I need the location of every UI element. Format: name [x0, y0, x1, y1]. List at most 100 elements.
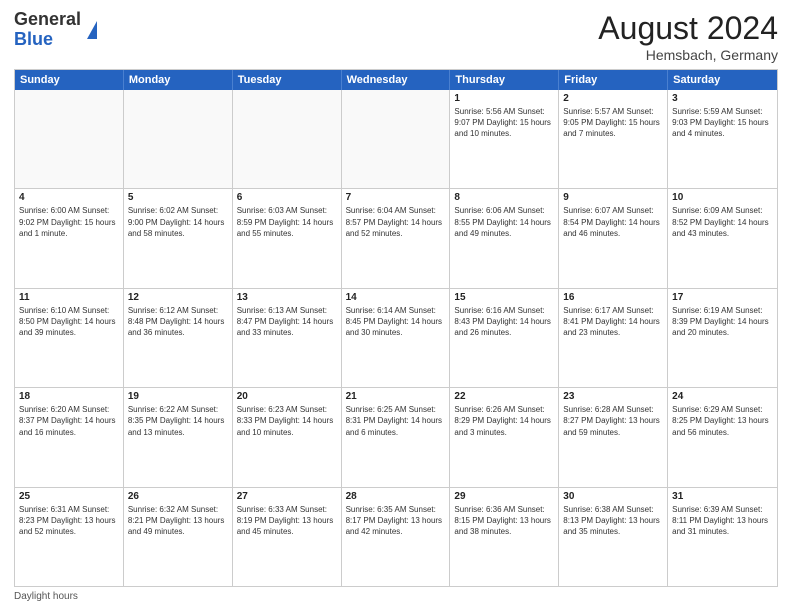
day-number: 26: [128, 491, 228, 502]
day-number: 9: [563, 192, 663, 203]
day-number: 28: [346, 491, 446, 502]
calendar-header: SundayMondayTuesdayWednesdayThursdayFrid…: [15, 70, 777, 90]
day-number: 14: [346, 292, 446, 303]
calendar-cell: 18Sunrise: 6:20 AM Sunset: 8:37 PM Dayli…: [15, 388, 124, 486]
calendar-cell: 17 Sunrise: 6:19 AM Sunset: 8:39 PM Dayli…: [668, 289, 777, 387]
day-number: 6: [237, 192, 337, 203]
day-info: Sunrise: 6:26 AM Sunset: 8:29 PM Dayligh…: [454, 404, 554, 438]
header: General Blue August 2024 Hemsbach, Germa…: [14, 10, 778, 63]
day-info: Sunrise: 6:33 AM Sunset: 8:19 PM Dayligh…: [237, 504, 337, 538]
header-cell-monday: Monday: [124, 70, 233, 90]
calendar-cell: [15, 90, 124, 188]
day-info: Sunrise: 6:31 AM Sunset: 8:23 PM Dayligh…: [19, 504, 119, 538]
header-cell-wednesday: Wednesday: [342, 70, 451, 90]
calendar-cell: 25 Sunrise: 6:31 AM Sunset: 8:23 PM Dayli…: [15, 488, 124, 586]
day-info: Sunrise: 6:03 AM Sunset: 8:59 PM Dayligh…: [237, 205, 337, 239]
day-info: Sunrise: 6:23 AM Sunset: 8:33 PM Dayligh…: [237, 404, 337, 438]
day-info: Sunrise: 6:35 AM Sunset: 8:17 PM Dayligh…: [346, 504, 446, 538]
calendar-cell: 15Sunrise: 6:16 AM Sunset: 8:43 PM Dayli…: [450, 289, 559, 387]
day-number: 17: [672, 292, 773, 303]
calendar-row-1: 1 Sunrise: 5:56 AM Sunset: 9:07 PM Daylig…: [15, 90, 777, 189]
day-info: Sunrise: 6:28 AM Sunset: 8:27 PM Dayligh…: [563, 404, 663, 438]
day-number: 3: [672, 93, 773, 104]
day-number: 24: [672, 391, 773, 402]
day-info: Sunrise: 6:17 AM Sunset: 8:41 PM Dayligh…: [563, 305, 663, 339]
logo-triangle-icon: [87, 21, 97, 39]
day-number: 16: [563, 292, 663, 303]
day-number: 1: [454, 93, 554, 104]
calendar-cell: 5Sunrise: 6:02 AM Sunset: 9:00 PM Daylig…: [124, 189, 233, 287]
calendar-cell: 7Sunrise: 6:04 AM Sunset: 8:57 PM Daylig…: [342, 189, 451, 287]
logo: General Blue: [14, 10, 97, 50]
day-info: Sunrise: 6:19 AM Sunset: 8:39 PM Dayligh…: [672, 305, 773, 339]
day-info: Sunrise: 6:04 AM Sunset: 8:57 PM Dayligh…: [346, 205, 446, 239]
calendar-cell: 16 Sunrise: 6:17 AM Sunset: 8:41 PM Dayli…: [559, 289, 668, 387]
day-number: 29: [454, 491, 554, 502]
calendar-cell: 3 Sunrise: 5:59 AM Sunset: 9:03 PM Daylig…: [668, 90, 777, 188]
calendar-cell: 6 Sunrise: 6:03 AM Sunset: 8:59 PM Daylig…: [233, 189, 342, 287]
calendar-cell: 11Sunrise: 6:10 AM Sunset: 8:50 PM Dayli…: [15, 289, 124, 387]
calendar-row-4: 18Sunrise: 6:20 AM Sunset: 8:37 PM Dayli…: [15, 388, 777, 487]
title-block: August 2024 Hemsbach, Germany: [598, 10, 778, 63]
day-info: Sunrise: 6:38 AM Sunset: 8:13 PM Dayligh…: [563, 504, 663, 538]
day-info: Sunrise: 6:14 AM Sunset: 8:45 PM Dayligh…: [346, 305, 446, 339]
calendar-row-3: 11Sunrise: 6:10 AM Sunset: 8:50 PM Dayli…: [15, 289, 777, 388]
calendar-cell: [233, 90, 342, 188]
day-info: Sunrise: 6:22 AM Sunset: 8:35 PM Dayligh…: [128, 404, 228, 438]
day-number: 22: [454, 391, 554, 402]
day-number: 8: [454, 192, 554, 203]
day-number: 27: [237, 491, 337, 502]
day-number: 23: [563, 391, 663, 402]
calendar-cell: [124, 90, 233, 188]
calendar-cell: 19Sunrise: 6:22 AM Sunset: 8:35 PM Dayli…: [124, 388, 233, 486]
logo-general: General: [14, 9, 81, 29]
day-number: 15: [454, 292, 554, 303]
day-number: 10: [672, 192, 773, 203]
calendar-cell: 20 Sunrise: 6:23 AM Sunset: 8:33 PM Dayli…: [233, 388, 342, 486]
day-number: 5: [128, 192, 228, 203]
calendar-cell: 9 Sunrise: 6:07 AM Sunset: 8:54 PM Daylig…: [559, 189, 668, 287]
calendar-cell: 23 Sunrise: 6:28 AM Sunset: 8:27 PM Dayli…: [559, 388, 668, 486]
header-cell-thursday: Thursday: [450, 70, 559, 90]
day-info: Sunrise: 6:10 AM Sunset: 8:50 PM Dayligh…: [19, 305, 119, 339]
logo-blue: Blue: [14, 29, 53, 49]
day-number: 13: [237, 292, 337, 303]
day-info: Sunrise: 6:36 AM Sunset: 8:15 PM Dayligh…: [454, 504, 554, 538]
day-info: Sunrise: 6:12 AM Sunset: 8:48 PM Dayligh…: [128, 305, 228, 339]
calendar-row-2: 4Sunrise: 6:00 AM Sunset: 9:02 PM Daylig…: [15, 189, 777, 288]
calendar-cell: 13Sunrise: 6:13 AM Sunset: 8:47 PM Dayli…: [233, 289, 342, 387]
day-info: Sunrise: 6:06 AM Sunset: 8:55 PM Dayligh…: [454, 205, 554, 239]
calendar-cell: 12 Sunrise: 6:12 AM Sunset: 8:48 PM Dayli…: [124, 289, 233, 387]
page: General Blue August 2024 Hemsbach, Germa…: [0, 0, 792, 612]
header-cell-friday: Friday: [559, 70, 668, 90]
calendar-cell: 1 Sunrise: 5:56 AM Sunset: 9:07 PM Daylig…: [450, 90, 559, 188]
day-number: 20: [237, 391, 337, 402]
day-number: 25: [19, 491, 119, 502]
day-number: 2: [563, 93, 663, 104]
main-title: August 2024: [598, 10, 778, 47]
calendar-cell: 28 Sunrise: 6:35 AM Sunset: 8:17 PM Dayli…: [342, 488, 451, 586]
day-number: 30: [563, 491, 663, 502]
logo-text-block: General Blue: [14, 10, 81, 50]
day-number: 12: [128, 292, 228, 303]
calendar-cell: 2Sunrise: 5:57 AM Sunset: 9:05 PM Daylig…: [559, 90, 668, 188]
day-info: Sunrise: 5:56 AM Sunset: 9:07 PM Dayligh…: [454, 106, 554, 140]
day-number: 21: [346, 391, 446, 402]
calendar-cell: 22 Sunrise: 6:26 AM Sunset: 8:29 PM Dayli…: [450, 388, 559, 486]
day-info: Sunrise: 5:59 AM Sunset: 9:03 PM Dayligh…: [672, 106, 773, 140]
calendar-row-5: 25 Sunrise: 6:31 AM Sunset: 8:23 PM Dayli…: [15, 488, 777, 586]
calendar-cell: 4Sunrise: 6:00 AM Sunset: 9:02 PM Daylig…: [15, 189, 124, 287]
day-number: 31: [672, 491, 773, 502]
day-info: Sunrise: 6:25 AM Sunset: 8:31 PM Dayligh…: [346, 404, 446, 438]
calendar-cell: 21 Sunrise: 6:25 AM Sunset: 8:31 PM Dayli…: [342, 388, 451, 486]
header-cell-sunday: Sunday: [15, 70, 124, 90]
calendar-cell: 14 Sunrise: 6:14 AM Sunset: 8:45 PM Dayli…: [342, 289, 451, 387]
day-info: Sunrise: 6:07 AM Sunset: 8:54 PM Dayligh…: [563, 205, 663, 239]
calendar-cell: [342, 90, 451, 188]
header-cell-tuesday: Tuesday: [233, 70, 342, 90]
calendar-cell: 29 Sunrise: 6:36 AM Sunset: 8:15 PM Dayli…: [450, 488, 559, 586]
calendar-cell: 31Sunrise: 6:39 AM Sunset: 8:11 PM Dayli…: [668, 488, 777, 586]
day-info: Sunrise: 6:00 AM Sunset: 9:02 PM Dayligh…: [19, 205, 119, 239]
day-info: Sunrise: 6:29 AM Sunset: 8:25 PM Dayligh…: [672, 404, 773, 438]
calendar-cell: 8 Sunrise: 6:06 AM Sunset: 8:55 PM Daylig…: [450, 189, 559, 287]
